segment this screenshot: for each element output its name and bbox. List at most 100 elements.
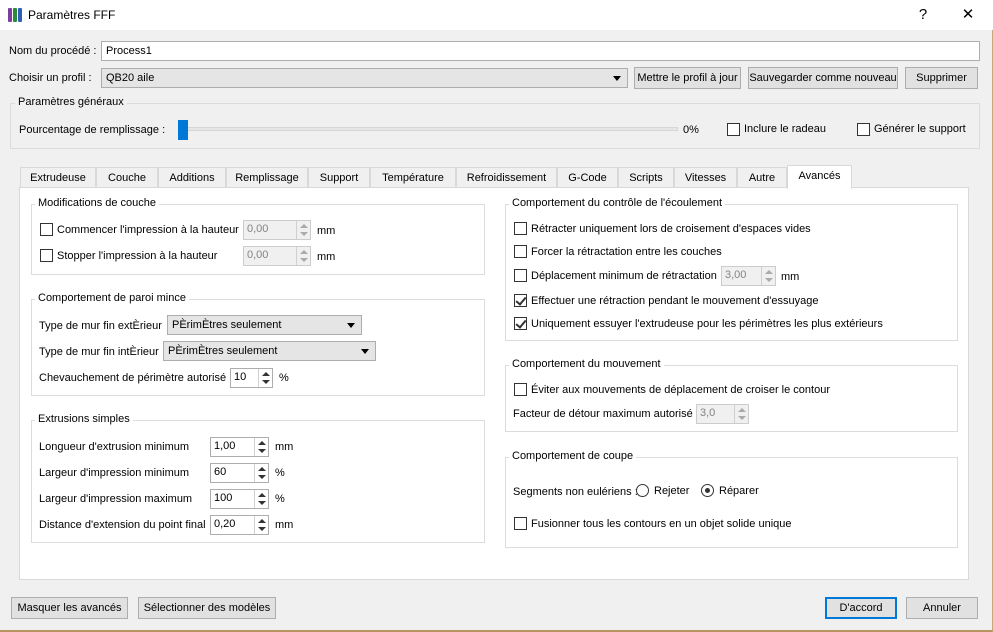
spin-down-icon[interactable] <box>258 527 266 531</box>
fill-percent-value: 0% <box>683 124 699 136</box>
retract-open-space-label: Rétracter uniquement lors de croisement … <box>531 223 811 235</box>
repair-label: Réparer <box>719 485 759 497</box>
min-travel-stepper[interactable]: 3,00 <box>721 266 776 286</box>
outer-wall-type-select[interactable]: PÈrimÈtres seulement <box>167 315 362 335</box>
non-eulerian-label: Segments non eulériens : <box>513 486 638 498</box>
stop-height-value: 0,00 <box>247 249 269 261</box>
spin-down-icon[interactable] <box>258 449 266 453</box>
fill-percent-slider-thumb[interactable] <box>178 120 188 140</box>
min-extrusion-length-label: Longueur d'extrusion minimum <box>39 441 190 453</box>
slicing-title: Comportement de coupe <box>509 450 637 462</box>
spin-up-icon[interactable] <box>300 250 308 254</box>
chevron-down-icon <box>347 323 355 328</box>
avoid-crossing-checkbox[interactable] <box>514 383 527 396</box>
min-print-width-stepper[interactable]: 60 <box>210 463 269 483</box>
spin-up-icon[interactable] <box>765 270 773 274</box>
endpoint-extension-label: Distance d'extension du point final <box>39 519 206 531</box>
chevron-down-icon <box>613 76 621 81</box>
wipe-outer-checkbox[interactable] <box>514 317 527 330</box>
select-models-button[interactable]: Sélectionner des modèles <box>138 597 276 619</box>
layer-mods-title: Modifications de couche <box>35 197 160 209</box>
chevron-down-icon <box>361 349 369 354</box>
close-icon[interactable]: ✕ <box>946 0 990 30</box>
update-profile-button[interactable]: Mettre le profil à jour <box>634 67 741 89</box>
perimeter-overlap-value: 10 <box>234 371 247 383</box>
tab-extrudeuse[interactable]: Extrudeuse <box>20 167 96 188</box>
start-height-stepper[interactable]: 0,00 <box>243 220 311 240</box>
wipe-retract-checkbox[interactable] <box>514 294 527 307</box>
endpoint-extension-value: 0,20 <box>214 518 236 530</box>
profile-select[interactable]: QB20 aile <box>101 68 628 88</box>
tab-additions[interactable]: Additions <box>158 167 226 188</box>
min-extrusion-length-stepper[interactable]: 1,00 <box>210 437 269 457</box>
tab-support[interactable]: Support <box>308 167 370 188</box>
perimeter-overlap-stepper[interactable]: 10 <box>230 368 273 388</box>
spin-down-icon[interactable] <box>738 416 746 420</box>
repair-radio[interactable] <box>701 484 714 497</box>
tab-vitesses[interactable]: Vitesses <box>674 167 737 188</box>
spin-down-icon[interactable] <box>258 501 266 505</box>
min-print-width-unit: % <box>275 467 285 479</box>
tab-couche[interactable]: Couche <box>96 167 158 188</box>
tab-scripts[interactable]: Scripts <box>618 167 674 188</box>
single-extrusion-title: Extrusions simples <box>35 413 133 425</box>
outer-wall-type-label: Type de mur fin extÈrieur <box>39 320 162 332</box>
inner-wall-type-label: Type de mur fin intÈrieur <box>39 346 159 358</box>
spin-down-icon[interactable] <box>765 278 773 282</box>
include-raft-checkbox[interactable] <box>727 123 740 136</box>
max-print-width-unit: % <box>275 493 285 505</box>
hide-advanced-button[interactable]: Masquer les avancés <box>11 597 128 619</box>
include-raft-label: Inclure le radeau <box>744 123 826 135</box>
min-print-width-label: Largeur d'impression minimum <box>39 467 190 479</box>
tab-gcode[interactable]: G-Code <box>557 167 618 188</box>
spin-up-icon[interactable] <box>258 493 266 497</box>
max-print-width-stepper[interactable]: 100 <box>210 489 269 509</box>
cancel-button[interactable]: Annuler <box>906 597 978 619</box>
fill-percent-label: Pourcentage de remplissage : <box>19 124 166 136</box>
stop-height-stepper[interactable]: 0,00 <box>243 246 311 266</box>
inner-wall-type-value: PÈrimÈtres seulement <box>168 345 278 357</box>
min-travel-checkbox[interactable] <box>514 269 527 282</box>
spin-up-icon[interactable] <box>300 224 308 228</box>
min-travel-unit: mm <box>781 271 800 283</box>
tab-temperature[interactable]: Température <box>370 167 456 188</box>
tab-avances[interactable]: Avancés <box>787 165 852 189</box>
endpoint-extension-stepper[interactable]: 0,20 <box>210 515 269 535</box>
spin-down-icon[interactable] <box>300 232 308 236</box>
spin-up-icon[interactable] <box>738 408 746 412</box>
merge-contours-label: Fusionner tous les contours en un objet … <box>531 518 792 530</box>
ok-button[interactable]: D'accord <box>825 597 897 619</box>
retract-open-space-checkbox[interactable] <box>514 222 527 235</box>
save-as-new-button[interactable]: Sauvegarder comme nouveau <box>748 67 898 89</box>
generate-support-checkbox[interactable] <box>857 123 870 136</box>
merge-contours-checkbox[interactable] <box>514 517 527 530</box>
spin-down-icon[interactable] <box>262 380 270 384</box>
delete-profile-button[interactable]: Supprimer <box>905 67 978 89</box>
reject-radio[interactable] <box>636 484 649 497</box>
inner-wall-type-select[interactable]: PÈrimÈtres seulement <box>163 341 376 361</box>
general-settings-title: Paramètres généraux <box>15 96 127 108</box>
force-retract-checkbox[interactable] <box>514 245 527 258</box>
outer-wall-type-value: PÈrimÈtres seulement <box>172 319 282 331</box>
start-height-checkbox[interactable] <box>40 223 53 236</box>
tab-autre[interactable]: Autre <box>737 167 787 188</box>
start-height-value: 0,00 <box>247 223 269 235</box>
tab-refroidissement[interactable]: Refroidissement <box>456 167 557 188</box>
spin-down-icon[interactable] <box>300 258 308 262</box>
max-print-width-value: 100 <box>214 492 233 504</box>
spin-up-icon[interactable] <box>258 467 266 471</box>
tab-remplissage[interactable]: Remplissage <box>226 167 308 188</box>
help-button[interactable]: ? <box>901 0 945 30</box>
spin-down-icon[interactable] <box>258 475 266 479</box>
window-title: Paramètres FFF <box>28 8 116 22</box>
spin-up-icon[interactable] <box>258 519 266 523</box>
stop-height-checkbox[interactable] <box>40 249 53 262</box>
start-height-unit: mm <box>317 225 336 237</box>
start-height-label: Commencer l'impression à la hauteur <box>57 224 239 236</box>
detour-factor-stepper[interactable]: 3,0 <box>696 404 749 424</box>
fill-percent-slider[interactable] <box>178 127 678 131</box>
spin-up-icon[interactable] <box>262 372 270 376</box>
process-name-input[interactable]: Process1 <box>101 41 980 61</box>
profile-label: Choisir un profil : <box>9 72 92 84</box>
spin-up-icon[interactable] <box>258 441 266 445</box>
